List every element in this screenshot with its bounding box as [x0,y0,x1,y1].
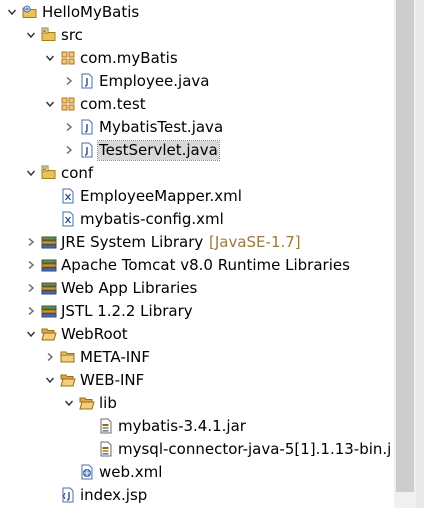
chevron-right-icon[interactable] [62,74,76,88]
library-icon [41,280,57,296]
tree-item[interactable]: META-INF [0,346,392,369]
library-icon [41,257,57,273]
package-icon [60,50,76,66]
jsp-file-icon [60,487,76,503]
tree-item[interactable]: MybatisTest.java [0,116,392,139]
project-explorer-tree: HelloMyBatis src com.myBatis Employee.java c… [0,0,392,508]
xml-file-icon [60,188,76,204]
tree-item[interactable]: TestServlet.java [0,139,392,162]
tree-item-label: com.myBatis [80,49,178,67]
tree-item-label: mybatis-config.xml [80,210,224,228]
tree-item[interactable]: conf [0,162,392,185]
chevron-right-icon[interactable] [62,120,76,134]
tree-item[interactable]: index.jsp [0,484,392,507]
chevron-down-icon[interactable] [24,166,38,180]
chevron-right-icon[interactable] [24,281,38,295]
chevron-right-icon[interactable] [43,350,57,364]
folder-open-icon [60,372,76,388]
project-icon [22,4,38,20]
library-icon [41,303,57,319]
tree-item[interactable]: JRE System Library [JavaSE-1.7] [0,231,392,254]
tree-item[interactable]: com.test [0,93,392,116]
package-icon [60,96,76,112]
chevron-right-icon[interactable] [24,258,38,272]
tree-item[interactable]: mysql-connector-java-5[1].1.13-bin.ja [0,438,392,461]
java-file-icon [79,119,95,135]
folder-open-icon [41,326,57,342]
chevron-down-icon[interactable] [24,327,38,341]
tree-item-label: Employee.java [99,72,210,90]
java-file-icon [79,73,95,89]
tree-item-label: Apache Tomcat v8.0 Runtime Libraries [61,256,350,274]
chevron-right-icon[interactable] [24,304,38,318]
java-file-icon [79,142,95,158]
jar-file-icon [98,441,114,457]
chevron-down-icon[interactable] [43,51,57,65]
tree-item-label: WEB-INF [80,371,145,389]
tree-item-label: EmployeeMapper.xml [80,187,242,205]
source-folder-icon [41,165,57,181]
folder-open-icon [79,395,95,411]
tree-item-label: WebRoot [61,325,128,343]
tree-item-label: web.xml [99,463,163,481]
tree-item[interactable]: web.xml [0,461,392,484]
chevron-right-icon[interactable] [62,143,76,157]
tree-item[interactable]: mybatis-config.xml [0,208,392,231]
tree-item-label: conf [61,164,94,182]
tree-item-label: JRE System Library [61,233,204,251]
scrollbar-thumb[interactable] [396,0,414,492]
chevron-down-icon[interactable] [43,97,57,111]
tree-item-label: JSTL 1.2.2 Library [61,302,193,320]
tree-item[interactable]: EmployeeMapper.xml [0,185,392,208]
tree-item[interactable]: WebRoot [0,323,392,346]
tree-item-label: lib [99,394,117,412]
tree-item-label: src [61,26,83,44]
library-icon [41,234,57,250]
tree-item-label: com.test [80,95,146,113]
vertical-scrollbar[interactable] [394,0,416,508]
tree-item[interactable]: WEB-INF [0,369,392,392]
tree-item-label: mysql-connector-java-5[1].1.13-bin.ja [118,440,392,458]
chevron-down-icon[interactable] [24,28,38,42]
tree-item[interactable]: src [0,24,392,47]
tree-item-label: META-INF [80,348,151,366]
tree-item[interactable]: mybatis-3.4.1.jar [0,415,392,438]
chevron-right-icon[interactable] [24,235,38,249]
tree-item-decoration: [JavaSE-1.7] [209,233,301,251]
chevron-down-icon[interactable] [43,373,57,387]
tree-item[interactable]: com.myBatis [0,47,392,70]
tree-item[interactable]: JSTL 1.2.2 Library [0,300,392,323]
jar-file-icon [98,418,114,434]
chevron-down-icon[interactable] [62,396,76,410]
tree-item-label: HelloMyBatis [42,3,140,21]
tree-item[interactable]: lib [0,392,392,415]
tree-item-label: TestServlet.java [97,140,220,161]
folder-icon [60,349,76,365]
source-folder-icon [41,27,57,43]
chevron-down-icon[interactable] [5,5,19,19]
tree-item[interactable]: Employee.java [0,70,392,93]
tree-item-label: Web App Libraries [61,279,198,297]
tree-item-label: MybatisTest.java [99,118,224,136]
tree-item-label: index.jsp [80,486,148,504]
tree-item[interactable]: HelloMyBatis [0,1,392,24]
xml-file-icon [60,211,76,227]
tree-item[interactable]: Web App Libraries [0,277,392,300]
tree-item-label: mybatis-3.4.1.jar [118,417,246,435]
web-xml-icon [79,464,95,480]
panel-edge [416,0,424,508]
tree-item[interactable]: Apache Tomcat v8.0 Runtime Libraries [0,254,392,277]
